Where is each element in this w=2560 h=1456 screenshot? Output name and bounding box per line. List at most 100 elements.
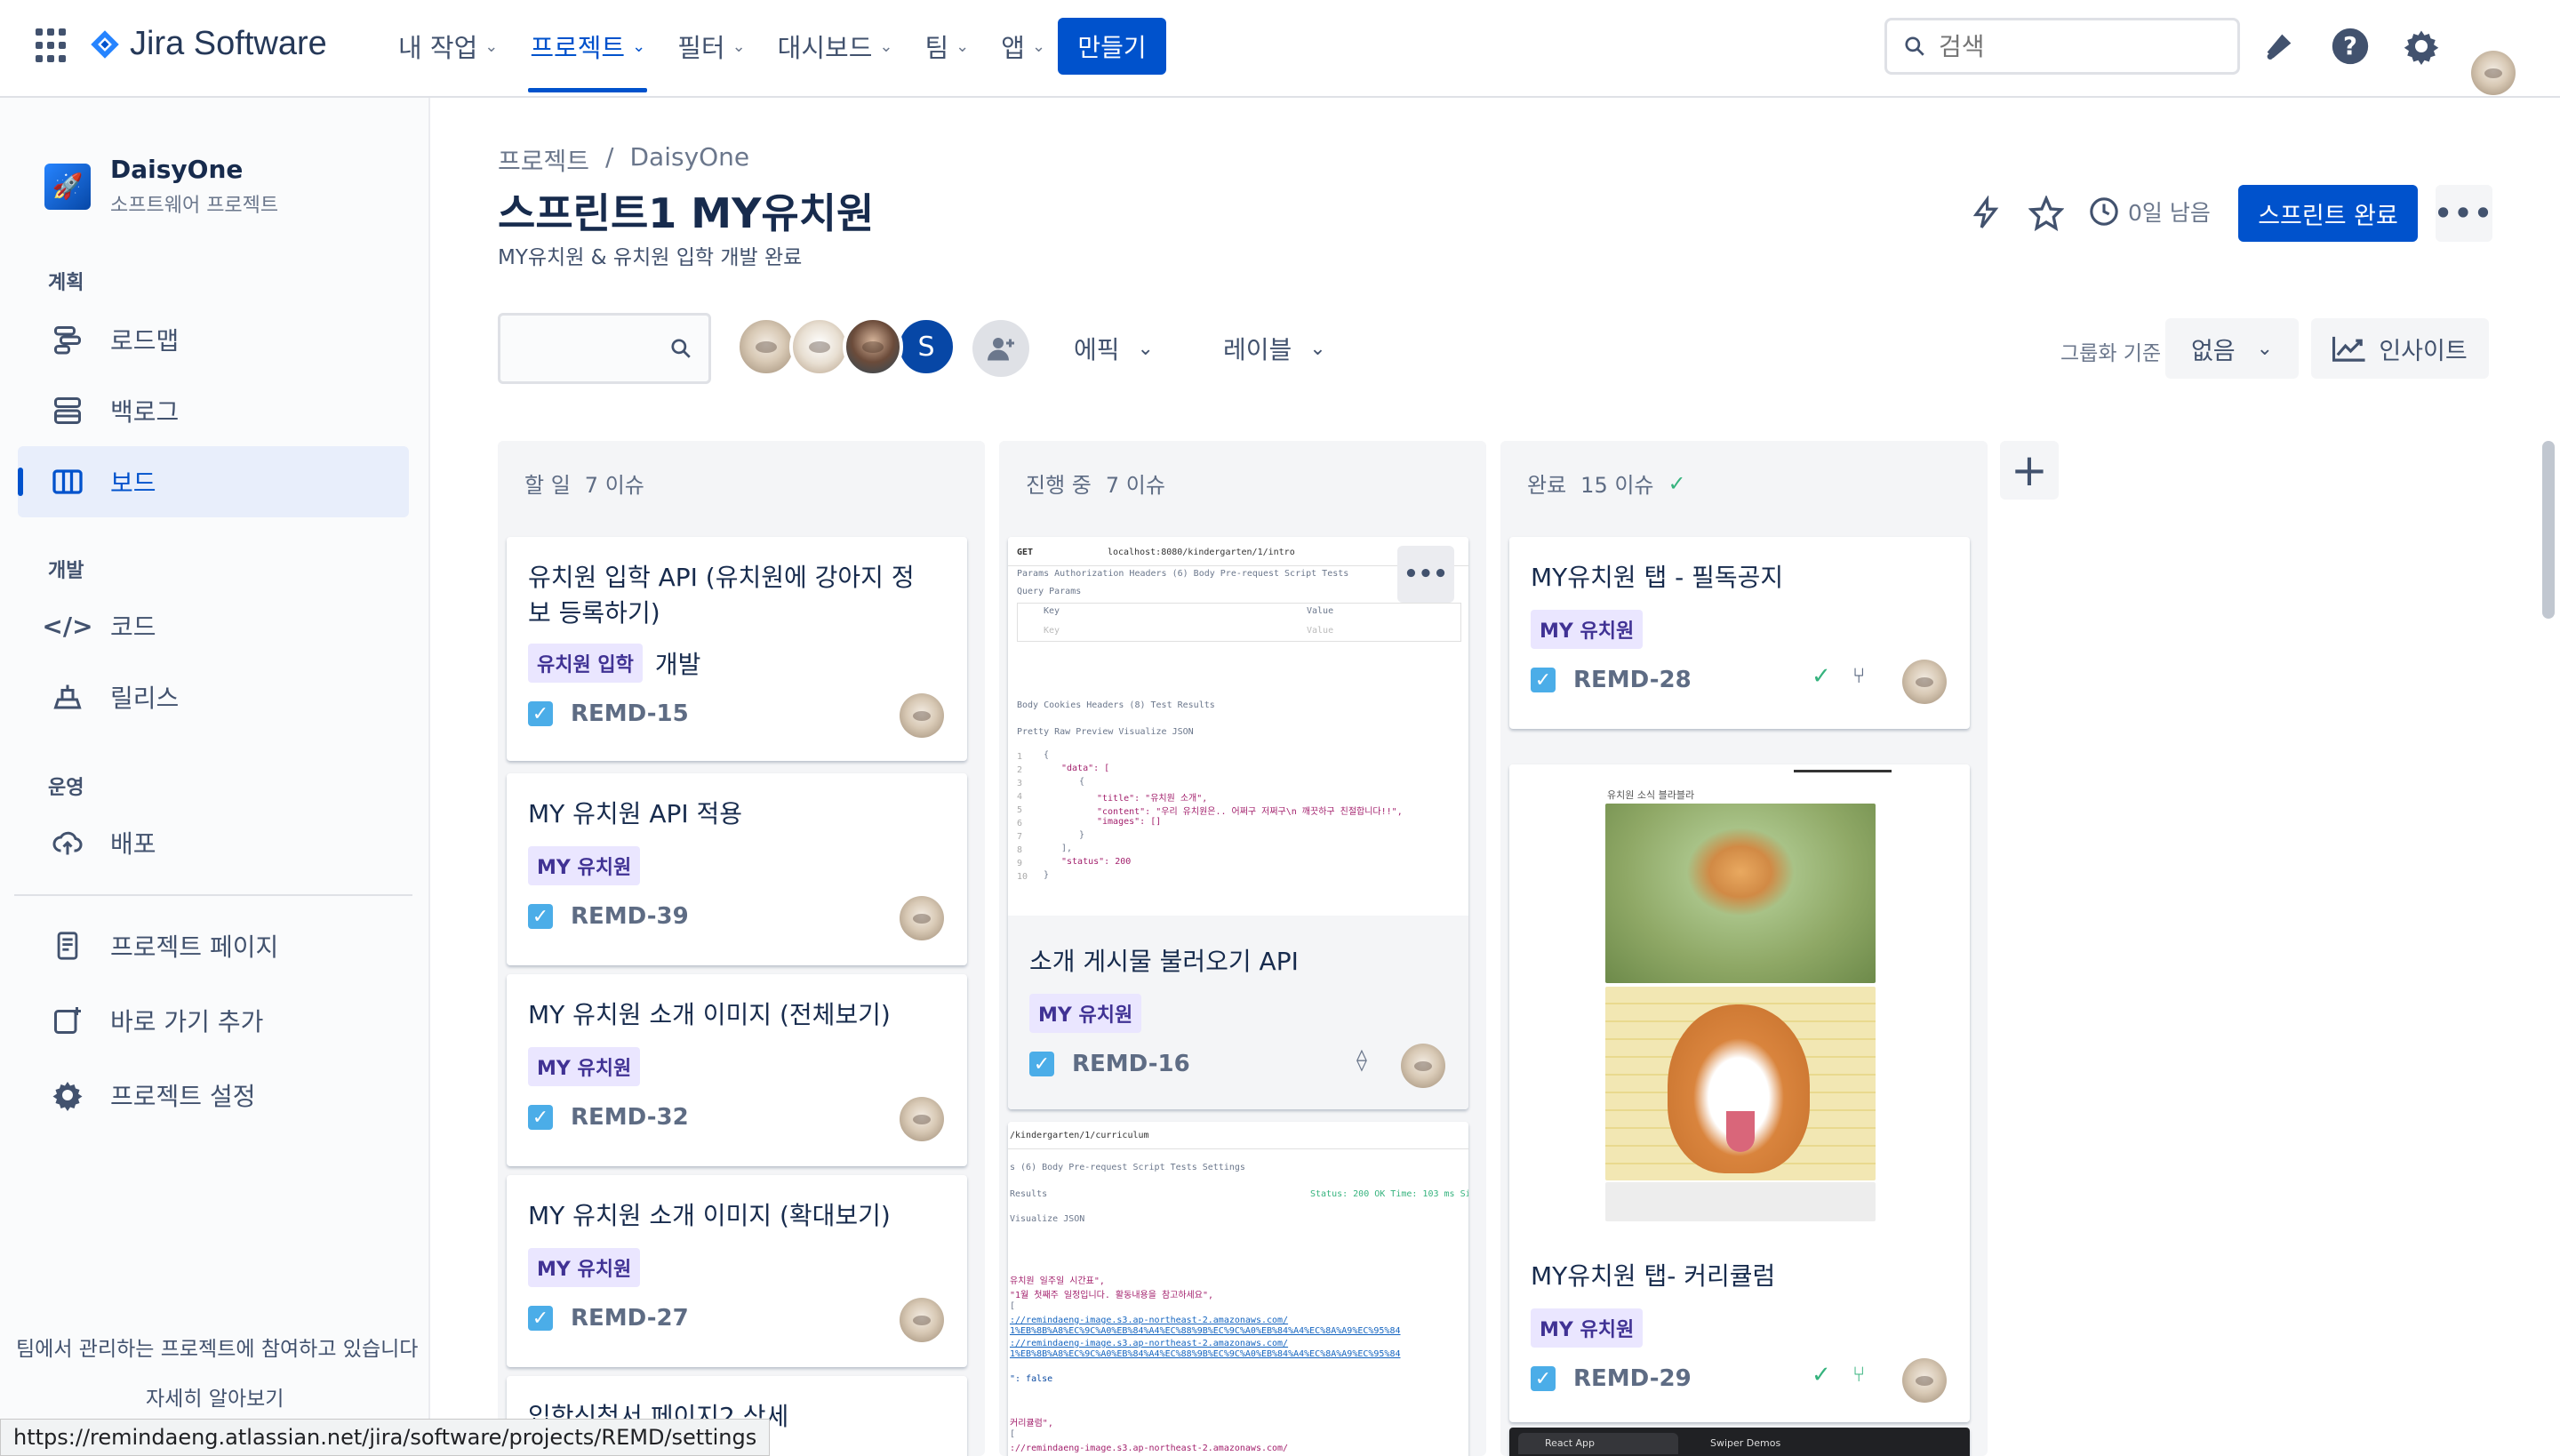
nav-my-work[interactable]: 내 작업 ⌄ — [382, 27, 514, 66]
sidebar-item-deployments[interactable]: 배포 — [18, 807, 409, 878]
global-search[interactable] — [1884, 18, 2240, 75]
add-column-button[interactable]: + — [2000, 441, 2059, 500]
assignee-avatar[interactable] — [900, 693, 944, 738]
top-navigation: Jira Software 내 작업 ⌄ 프로젝트 ⌄ 필터 ⌄ 대시보드 ⌄ 팀 ⌄ 앱… — [0, 0, 2560, 98]
ship-icon — [50, 679, 85, 715]
sidebar-item-code[interactable]: </> 코드 — [18, 590, 409, 661]
sidebar-item-releases[interactable]: 릴리스 — [18, 661, 409, 732]
user-avatar[interactable] — [2471, 51, 2516, 95]
sidebar-item-backlog[interactable]: 백로그 — [18, 375, 409, 446]
assignee-avatar[interactable] — [789, 316, 850, 377]
issue-label: MY 유치원 — [1029, 994, 1142, 1033]
assignee-avatar[interactable] — [1401, 1044, 1445, 1088]
issue-card[interactable]: /kindergarten/1/curriculum s (6) Body Pr… — [1008, 1122, 1468, 1456]
sidebar-item-add-shortcut[interactable]: 바로 가기 추가 — [18, 985, 409, 1056]
nav-label: 대시보드 — [777, 33, 873, 63]
assignee-avatar[interactable] — [900, 896, 944, 940]
star-icon[interactable] — [2023, 190, 2069, 236]
insights-button[interactable]: 인사이트 — [2311, 318, 2489, 379]
help-icon[interactable]: ? — [2327, 23, 2373, 69]
add-people-button[interactable] — [972, 320, 1029, 377]
chart-trend-icon — [2332, 336, 2365, 362]
issue-key[interactable]: REMD-39 — [571, 903, 689, 930]
nav-filters[interactable]: 필터 ⌄ — [661, 27, 761, 66]
pull-request-icon: ⑂ — [1852, 663, 1866, 688]
nav-dashboards[interactable]: 대시보드 ⌄ — [762, 27, 909, 66]
sidebar-item-board[interactable]: 보드 — [18, 446, 409, 517]
clock-icon — [2090, 197, 2118, 226]
board-search-input[interactable] — [498, 313, 711, 384]
column-name: 진행 중 — [1026, 473, 1092, 498]
sidebar-item-label: 릴리스 — [110, 684, 180, 713]
assignee-avatar[interactable]: S — [896, 316, 956, 377]
issue-card[interactable]: MY 유치원 소개 이미지 (확대보기) MY 유치원 ✓ REMD-27 — [507, 1175, 967, 1367]
learn-more-link[interactable]: 자세히 알아보기 — [146, 1381, 284, 1412]
json-line: 1%EB%8B%A8%EC%9C%A0%EB%84%A4%EC%88%9B%EC… — [1010, 1326, 1401, 1336]
issue-card[interactable]: MY 유치원 소개 이미지 (전체보기) MY 유치원 ✓ REMD-32 — [507, 974, 967, 1166]
nav-label: 앱 — [1001, 33, 1025, 63]
params-key-placeholder: Key — [1044, 626, 1060, 636]
sidebar-item-project-settings[interactable]: 프로젝트 설정 — [18, 1060, 409, 1131]
jira-logo[interactable]: Jira Software — [89, 25, 327, 63]
issue-card[interactable]: 유치원 소식 블라블라 MY유치원 탭- 커리큘럼 MY 유치원 ✓ REMD-… — [1509, 764, 1970, 1422]
search-input[interactable] — [1939, 31, 2205, 61]
cover-caption: 유치원 소식 블라블라 — [1607, 789, 1695, 801]
breadcrumb-projects[interactable]: 프로젝트 — [498, 142, 589, 178]
settings-gear-icon[interactable] — [2398, 23, 2444, 69]
label-filter[interactable]: 레이블 ⌄ — [1223, 331, 1326, 366]
nav-teams[interactable]: 팀 ⌄ — [908, 27, 985, 66]
issue-summary: MY 유치원 소개 이미지 (확대보기) — [528, 1201, 891, 1230]
task-checkbox-icon: ✓ — [528, 904, 553, 929]
issue-key[interactable]: REMD-29 — [1573, 1365, 1692, 1392]
project-header[interactable]: 🚀 DaisyOne 소프트웨어 프로젝트 — [44, 155, 278, 218]
issue-key[interactable]: REMD-32 — [571, 1104, 689, 1131]
issue-card[interactable]: MY 유치원 API 적용 MY 유치원 ✓ REMD-39 — [507, 773, 967, 965]
column-count: 15 이슈 — [1580, 473, 1654, 498]
days-left-text: 0일 남음 — [2128, 200, 2211, 226]
group-by-label: 그룹화 기준 — [2060, 342, 2162, 365]
sidebar-item-project-pages[interactable]: 프로젝트 페이지 — [18, 910, 409, 981]
issue-card[interactable]: GET localhost:8080/kindergarten/1/intro … — [1008, 537, 1468, 1109]
issue-key[interactable]: REMD-15 — [571, 700, 689, 727]
response-tabs: Body Cookies Headers (8) Test Results — [1017, 700, 1215, 710]
nav-apps[interactable]: 앱 ⌄ — [985, 27, 1061, 66]
assignee-avatar[interactable] — [843, 316, 903, 377]
issue-key[interactable]: REMD-28 — [1573, 667, 1692, 693]
notifications-icon[interactable] — [2256, 23, 2302, 69]
checkmark-icon: ✓ — [1668, 470, 1686, 496]
sidebar-item-label: 로드맵 — [110, 326, 180, 356]
automation-lightning-icon[interactable] — [1963, 190, 2009, 236]
card-more-actions-button[interactable]: ••• — [1397, 546, 1454, 603]
epic-filter[interactable]: 에픽 ⌄ — [1074, 331, 1154, 366]
board-scrollbar[interactable] — [2542, 441, 2555, 619]
issue-card[interactable]: MY유치원 탭 - 필독공지 MY 유치원 ✓ REMD-28 ✓ ⑂ — [1509, 537, 1970, 729]
issue-key[interactable]: REMD-27 — [571, 1305, 689, 1332]
issue-key[interactable]: REMD-16 — [1072, 1051, 1190, 1077]
assignee-avatar[interactable] — [900, 1298, 944, 1342]
json-line: "images": [] — [1097, 817, 1162, 827]
task-checkbox-icon: ✓ — [1531, 1366, 1556, 1391]
sidebar-item-label: 코드 — [110, 612, 156, 642]
label-row: 유치원 입학 개발 — [528, 644, 700, 683]
complete-sprint-button[interactable]: 스프린트 완료 — [2238, 185, 2418, 242]
assignee-avatar[interactable] — [736, 316, 796, 377]
product-name: Jira Software — [130, 25, 327, 62]
issue-card[interactable]: 유치원 입학 API (유치원에 강아지 정보 등록하기) 유치원 입학 개발 … — [507, 537, 967, 761]
group-by-select[interactable]: 없음 ⌄ — [2165, 318, 2299, 379]
more-actions-button[interactable]: ••• — [2434, 185, 2492, 242]
assignee-avatar[interactable] — [1902, 660, 1947, 704]
json-line: } — [1044, 870, 1050, 880]
browser-tab: Swiper Demos — [1710, 1437, 1781, 1449]
sidebar-item-roadmap[interactable]: 로드맵 — [18, 304, 409, 375]
response-results-label: Results — [1010, 1189, 1048, 1199]
create-button[interactable]: 만들기 — [1058, 18, 1166, 75]
nav-projects[interactable]: 프로젝트 ⌄ — [514, 27, 661, 92]
assignee-avatar[interactable] — [1902, 1358, 1947, 1403]
issue-card[interactable]: React App Swiper Demos — [1509, 1428, 1970, 1456]
assignee-avatar[interactable] — [900, 1097, 944, 1141]
column-done: 완료 15 이슈 ✓ MY유치원 탭 - 필독공지 MY 유치원 ✓ REMD-… — [1500, 441, 1988, 1456]
issue-label: 유치원 입학 — [528, 644, 643, 683]
column-name: 할 일 — [524, 473, 571, 498]
app-switcher-icon[interactable] — [36, 28, 71, 64]
breadcrumb-project[interactable]: DaisyOne — [629, 142, 749, 178]
